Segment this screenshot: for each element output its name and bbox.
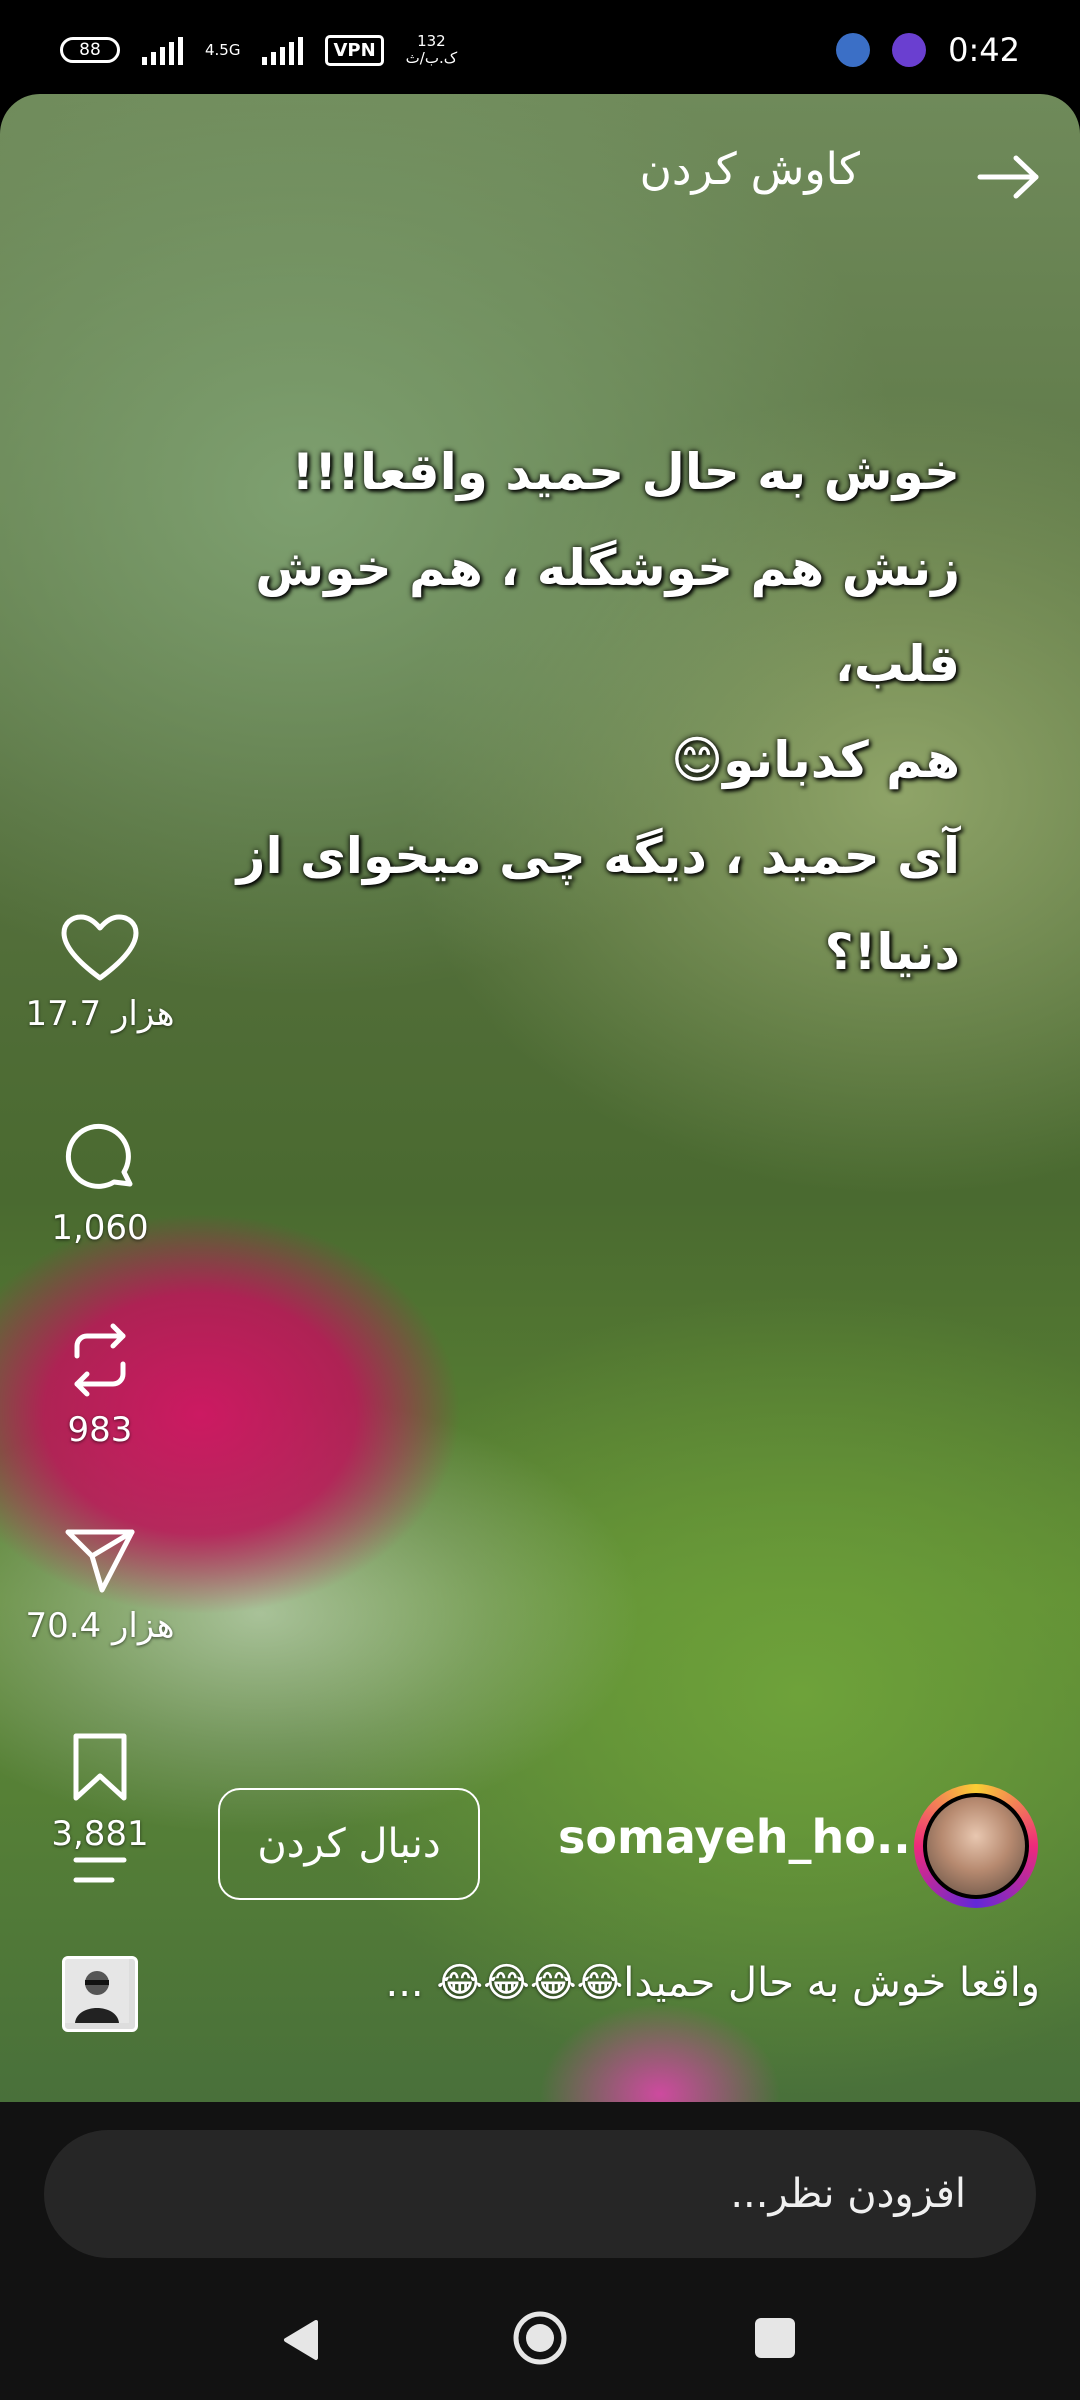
save-count: 3,881 [51,1814,149,1854]
battery-icon: 88 [60,37,120,63]
repost-action[interactable]: 983 [0,1320,200,1450]
comment-action[interactable]: 1,060 [0,1122,200,1248]
reel-video[interactable]: کاوش کردن خوش به حال حمید واقعا!!! زنش ه… [0,94,1080,2102]
nav-home-icon[interactable] [510,2308,570,2368]
comment-bar: افزودن نظر... [0,2102,1080,2270]
overlay-line-2: زنش هم خوشگله ، هم خوش قلب، [255,539,960,693]
send-icon[interactable] [62,1526,138,1596]
comment-input[interactable]: افزودن نظر... [44,2130,1036,2258]
page-title: کاوش کردن [639,144,860,195]
share-count: 70.4 هزار [25,1606,175,1646]
audio-avatar-icon [65,1959,129,2023]
overlay-line-1: خوش به حال حمید واقعا!!! [291,443,960,501]
back-arrow-icon[interactable] [974,152,1044,202]
repost-icon[interactable] [65,1320,135,1400]
more-menu-icon[interactable] [70,1850,130,1890]
status-bar: 88 4.5G VPN 132 ک.ب/ث 0:42 [0,0,1080,100]
overlay-line-3: هم کدبانو😊 [670,731,960,789]
audio-thumbnail[interactable] [62,1956,138,2032]
signal-icon-2 [262,35,304,65]
username[interactable]: somayeh_ho... [558,1810,928,1864]
like-count: 17.7 هزار [25,994,175,1034]
follow-button[interactable]: دنبال کردن [218,1788,480,1900]
like-action[interactable]: 17.7 هزار [0,914,200,1034]
status-bar-left: 88 4.5G VPN 132 ک.ب/ث [60,33,457,67]
battery-level: 88 [79,40,101,60]
clock: 0:42 [948,31,1020,69]
network-type: 4.5G [205,41,241,59]
heart-icon[interactable] [60,914,140,984]
network-speed: 132 ک.ب/ث [406,33,458,67]
status-bar-right: 0:42 [836,31,1020,69]
vpn-badge: VPN [325,34,384,66]
signal-icon [142,35,183,65]
share-action[interactable]: 70.4 هزار [0,1526,200,1646]
repost-count: 983 [67,1410,133,1450]
save-action[interactable]: 3,881 [0,1732,200,1854]
comment-count: 1,060 [51,1208,149,1248]
vpn-app-icon [892,33,927,67]
comment-icon[interactable] [62,1122,138,1198]
post-caption[interactable]: واقعا خوش به حال حمیدا😂😂😂😂 ... [280,1960,1040,2006]
profile-picture [923,1793,1029,1899]
nav-recent-icon[interactable] [755,2318,795,2358]
video-overlay-text: خوش به حال حمید واقعا!!! زنش هم خوشگله ،… [140,424,960,1000]
overlay-line-4: آی حمید ، دیگه چی میخوای از دنیا!؟ [236,827,960,981]
bookmark-icon[interactable] [68,1732,132,1804]
shield-app-icon [836,33,871,67]
speed-value: 132 [417,32,446,50]
speed-unit: ک.ب/ث [405,49,458,67]
system-nav-bar [0,2270,1080,2400]
nav-back-icon[interactable] [280,2318,320,2362]
profile-avatar[interactable] [914,1784,1038,1908]
top-bar: کاوش کردن [0,134,1080,224]
